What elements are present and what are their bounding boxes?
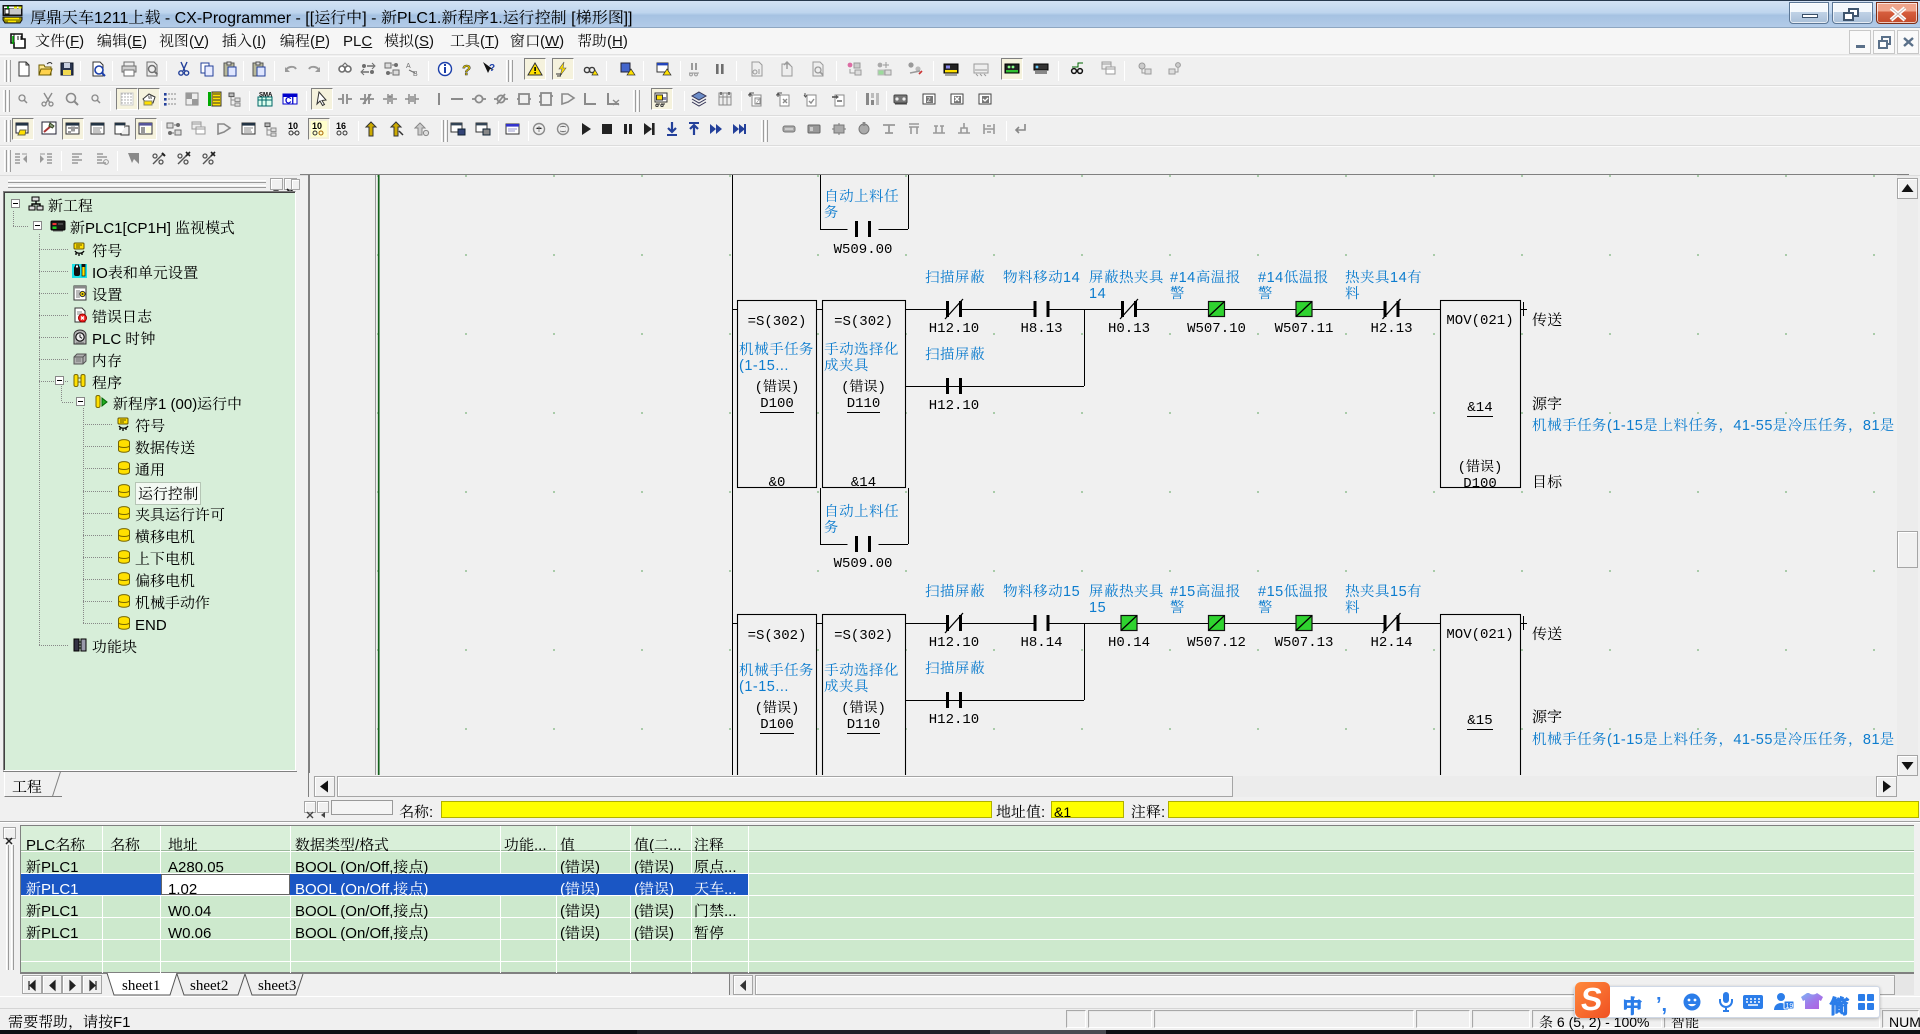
svg-text:w: w	[147, 92, 153, 101]
svg-text:?: ?	[489, 61, 495, 74]
svg-text:CI: CI	[285, 94, 294, 107]
svg-text:Z: Z	[756, 97, 760, 106]
svg-text:sheet2: sheet2	[190, 978, 228, 994]
svg-text:sheet1: sheet1	[122, 978, 160, 994]
svg-text:19: 19	[1786, 1001, 1794, 1011]
svg-text:16: 16	[336, 121, 346, 132]
svg-text:?: ?	[462, 61, 471, 77]
svg-text:10: 10	[288, 121, 298, 132]
svg-text:Z: Z	[927, 95, 931, 104]
svg-text:sheet3: sheet3	[258, 978, 296, 994]
svg-text:A: A	[406, 61, 411, 71]
svg-text:SMA: SMA	[259, 91, 273, 99]
svg-text:B: B	[413, 69, 418, 77]
svg-text:10: 10	[312, 121, 322, 132]
